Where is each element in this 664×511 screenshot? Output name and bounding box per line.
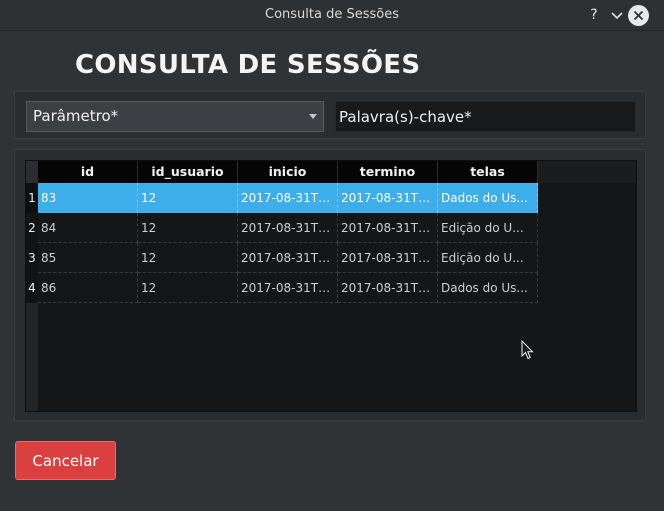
cell-termino[interactable]: 2017-08-31T1... xyxy=(338,243,438,273)
cell-id-usuario[interactable]: 12 xyxy=(138,213,238,243)
table-panel: id id_usuario inicio termino telas 1 83 … xyxy=(14,149,646,421)
cell-telas[interactable]: Edição do U... xyxy=(438,243,538,273)
parameter-select[interactable]: Parâmetro* xyxy=(26,101,324,132)
cell-termino[interactable]: 2017-08-31T1... xyxy=(338,183,438,213)
help-icon[interactable]: ? xyxy=(584,5,604,25)
table-row[interactable]: 4 86 12 2017-08-31T1... 2017-08-31T1... … xyxy=(26,273,538,303)
cell-id-usuario[interactable]: 12 xyxy=(138,183,238,213)
column-header-inicio[interactable]: inicio xyxy=(238,161,338,183)
close-icon[interactable] xyxy=(628,5,649,26)
parameter-select-value: Parâmetro* xyxy=(33,107,119,125)
cell-telas[interactable]: Dados do Us... xyxy=(438,183,538,213)
header-filler xyxy=(538,161,636,183)
filter-panel: Parâmetro* xyxy=(14,91,646,139)
window-titlebar: Consulta de Sessões ? xyxy=(0,0,664,31)
minimize-icon[interactable] xyxy=(607,5,627,25)
cell-id-usuario[interactable]: 12 xyxy=(138,243,238,273)
row-number[interactable]: 3 xyxy=(26,243,38,273)
table-row[interactable]: 3 85 12 2017-08-31T1... 2017-08-31T1... … xyxy=(26,243,538,273)
column-header-termino[interactable]: termino xyxy=(338,161,438,183)
cell-inicio[interactable]: 2017-08-31T1... xyxy=(238,273,338,303)
keyword-input[interactable] xyxy=(335,101,636,132)
cell-id[interactable]: 83 xyxy=(38,183,138,213)
sessions-table[interactable]: id id_usuario inicio termino telas 1 83 … xyxy=(25,160,637,412)
page-title: CONSULTA DE SESSÕES xyxy=(75,50,421,80)
cell-inicio[interactable]: 2017-08-31T1... xyxy=(238,213,338,243)
column-header-telas[interactable]: telas xyxy=(438,161,538,183)
column-header-id-usuario[interactable]: id_usuario xyxy=(138,161,238,183)
cell-telas[interactable]: Edição do U... xyxy=(438,213,538,243)
cancel-button[interactable]: Cancelar xyxy=(15,441,116,480)
column-header-id[interactable]: id xyxy=(38,161,138,183)
row-number[interactable]: 1 xyxy=(26,183,38,213)
chevron-down-icon xyxy=(309,114,317,119)
cell-id[interactable]: 85 xyxy=(38,243,138,273)
cell-inicio[interactable]: 2017-08-31T1... xyxy=(238,183,338,213)
cell-id[interactable]: 86 xyxy=(38,273,138,303)
cell-id-usuario[interactable]: 12 xyxy=(138,273,238,303)
table-row[interactable]: 2 84 12 2017-08-31T1... 2017-08-31T1... … xyxy=(26,213,538,243)
row-number[interactable]: 2 xyxy=(26,213,38,243)
window-title: Consulta de Sessões xyxy=(265,7,399,22)
cell-telas[interactable]: Dados do Us... xyxy=(438,273,538,303)
dialog-body: CONSULTA DE SESSÕES Parâmetro* id id_usu… xyxy=(0,31,664,511)
cell-id[interactable]: 84 xyxy=(38,213,138,243)
row-number[interactable]: 4 xyxy=(26,273,38,303)
table-corner-button[interactable] xyxy=(26,161,38,183)
cell-termino[interactable]: 2017-08-31T1... xyxy=(338,273,438,303)
mouse-cursor-icon xyxy=(521,340,534,360)
cell-termino[interactable]: 2017-08-31T1... xyxy=(338,213,438,243)
table-row[interactable]: 1 83 12 2017-08-31T1... 2017-08-31T1... … xyxy=(26,183,538,213)
cell-inicio[interactable]: 2017-08-31T1... xyxy=(238,243,338,273)
